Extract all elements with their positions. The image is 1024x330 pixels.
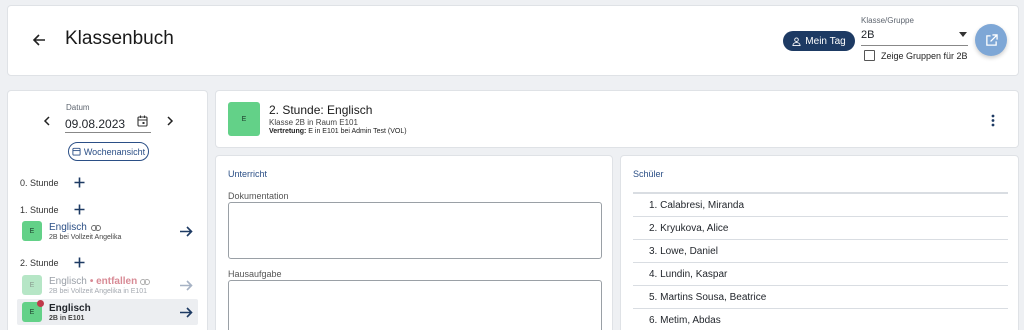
- lesson-item-cancelled[interactable]: E Englisch • entfallen 2B bei Vollzeit A…: [20, 273, 198, 299]
- lesson-subtitle: Klasse 2B in Raum E101: [269, 118, 358, 127]
- subject-badge: E: [22, 275, 42, 295]
- student-row[interactable]: 3. Lowe, Daniel: [633, 239, 1008, 262]
- chevron-left-icon: [43, 116, 50, 126]
- student-row[interactable]: 6. Metim, Abdas: [633, 308, 1008, 330]
- student-row[interactable]: 2. Kryukova, Alice: [633, 216, 1008, 239]
- lesson-name: Englisch • entfallen: [49, 276, 151, 287]
- sidebar: Datum 09.08.2023 Wochenansicht 0. Stunde…: [7, 90, 208, 330]
- open-lesson-button[interactable]: [178, 277, 194, 293]
- hausaufgabe-label: Hausaufgabe: [228, 269, 282, 279]
- calendar-week-icon: [72, 147, 81, 156]
- plus-icon: [74, 204, 85, 215]
- slot-label: 1. Stunde: [20, 205, 59, 215]
- add-lesson-button[interactable]: [73, 256, 86, 269]
- more-vert-icon: [991, 114, 995, 126]
- lesson-name-text: Englisch: [49, 276, 87, 287]
- klasse-value: 2B: [861, 29, 875, 41]
- vertretung-line: Vertretung: E in E101 bei Admin Test (VO…: [269, 128, 407, 135]
- lesson-item[interactable]: E Englisch 2B bei Vollzeit Angelika: [20, 219, 198, 245]
- lesson-name: Englisch: [49, 303, 91, 314]
- add-lesson-button[interactable]: [73, 203, 86, 216]
- open-in-new-icon: [985, 33, 998, 46]
- klasse-label: Klasse/Gruppe: [861, 16, 914, 25]
- arrow-right-icon: [179, 225, 193, 237]
- schueler-heading: Schüler: [633, 169, 664, 179]
- klasse-select[interactable]: Klasse/Gruppe 2B: [861, 15, 968, 46]
- subject-badge: E: [22, 221, 42, 241]
- lesson-title: 2. Stunde: Englisch: [269, 103, 373, 117]
- datum-value: 09.08.2023: [65, 117, 126, 131]
- student-name: 1. Calabresi, Miranda: [649, 200, 745, 211]
- lesson-name: Englisch: [49, 222, 101, 233]
- student-name: 5. Martins Sousa, Beatrice: [649, 292, 767, 303]
- arrow-right-icon: [179, 306, 193, 318]
- student-name: 2. Kryukova, Alice: [649, 223, 729, 234]
- calendar-icon[interactable]: [137, 115, 148, 127]
- vertretung-label: Vertretung:: [269, 128, 307, 135]
- open-external-button[interactable]: [975, 24, 1007, 56]
- unterricht-heading: Unterricht: [228, 169, 268, 179]
- hausaufgabe-textarea[interactable]: [228, 280, 602, 330]
- lesson-sub: 2B bei Vollzeit Angelika in E101: [49, 288, 148, 295]
- student-name: 4. Lundin, Kaspar: [649, 269, 728, 280]
- next-day-button[interactable]: [163, 114, 177, 128]
- lesson-header: E 2. Stunde: Englisch Klasse 2B in Raum …: [215, 90, 1019, 148]
- student-row[interactable]: 1. Calabresi, Miranda: [633, 193, 1008, 216]
- notification-dot: [37, 300, 44, 307]
- lesson-sub: 2B bei Vollzeit Angelika: [49, 234, 122, 241]
- link-icon: [90, 224, 101, 231]
- gruppen-checkbox-row[interactable]: Zeige Gruppen für 2B: [864, 50, 968, 61]
- arrow-left-icon: [32, 34, 45, 46]
- wochenansicht-button[interactable]: Wochenansicht: [68, 142, 149, 161]
- page-title: Klassenbuch: [65, 28, 174, 49]
- student-row[interactable]: 5. Martins Sousa, Beatrice: [633, 285, 1008, 308]
- gruppen-checkbox-label: Zeige Gruppen für 2B: [881, 50, 968, 61]
- lesson-item-selected[interactable]: E Englisch 2B in E101: [17, 299, 198, 325]
- lesson-name-text: Englisch: [49, 222, 87, 233]
- student-row[interactable]: 4. Lundin, Kaspar: [633, 262, 1008, 285]
- caret-down-icon: [959, 32, 967, 37]
- mein-tag-button[interactable]: Mein Tag: [783, 31, 855, 51]
- back-button[interactable]: [28, 29, 50, 51]
- student-name: 6. Metim, Abdas: [649, 315, 721, 326]
- slot-label: 0. Stunde: [20, 178, 59, 188]
- vertretung-text: E in E101 bei Admin Test (VOL): [306, 128, 407, 135]
- wochenansicht-label: Wochenansicht: [83, 146, 146, 157]
- add-lesson-button[interactable]: [73, 176, 86, 189]
- doku-label: Dokumentation: [228, 191, 289, 201]
- chevron-right-icon: [167, 116, 174, 126]
- datum-label: Datum: [66, 103, 90, 112]
- gruppen-checkbox[interactable]: [864, 50, 875, 61]
- mein-tag-label: Mein Tag: [805, 35, 846, 47]
- lesson-subject-badge: E: [228, 102, 260, 136]
- lesson-sub: 2B in E101: [49, 315, 85, 322]
- cancelled-status: • entfallen: [89, 276, 138, 287]
- header-bar: Klassenbuch Mein Tag Klasse/Gruppe 2B Ze…: [7, 5, 1019, 76]
- open-lesson-button[interactable]: [178, 304, 194, 320]
- plus-icon: [74, 257, 85, 268]
- schueler-panel: Schüler 1. Calabresi, Miranda 2. Kryukov…: [620, 155, 1019, 330]
- person-icon: [792, 36, 801, 46]
- dokumentation-textarea[interactable]: [228, 202, 602, 259]
- arrow-right-icon: [179, 279, 193, 291]
- link-icon: [140, 278, 151, 285]
- unterricht-panel: Unterricht Dokumentation Hausaufgabe: [215, 155, 613, 330]
- slot-label: 2. Stunde: [20, 258, 59, 268]
- plus-icon: [74, 177, 85, 188]
- datum-field[interactable]: 09.08.2023: [65, 112, 151, 133]
- student-name: 3. Lowe, Daniel: [649, 246, 718, 257]
- open-lesson-button[interactable]: [178, 223, 194, 239]
- more-options-button[interactable]: [986, 111, 1000, 129]
- prev-day-button[interactable]: [40, 114, 54, 128]
